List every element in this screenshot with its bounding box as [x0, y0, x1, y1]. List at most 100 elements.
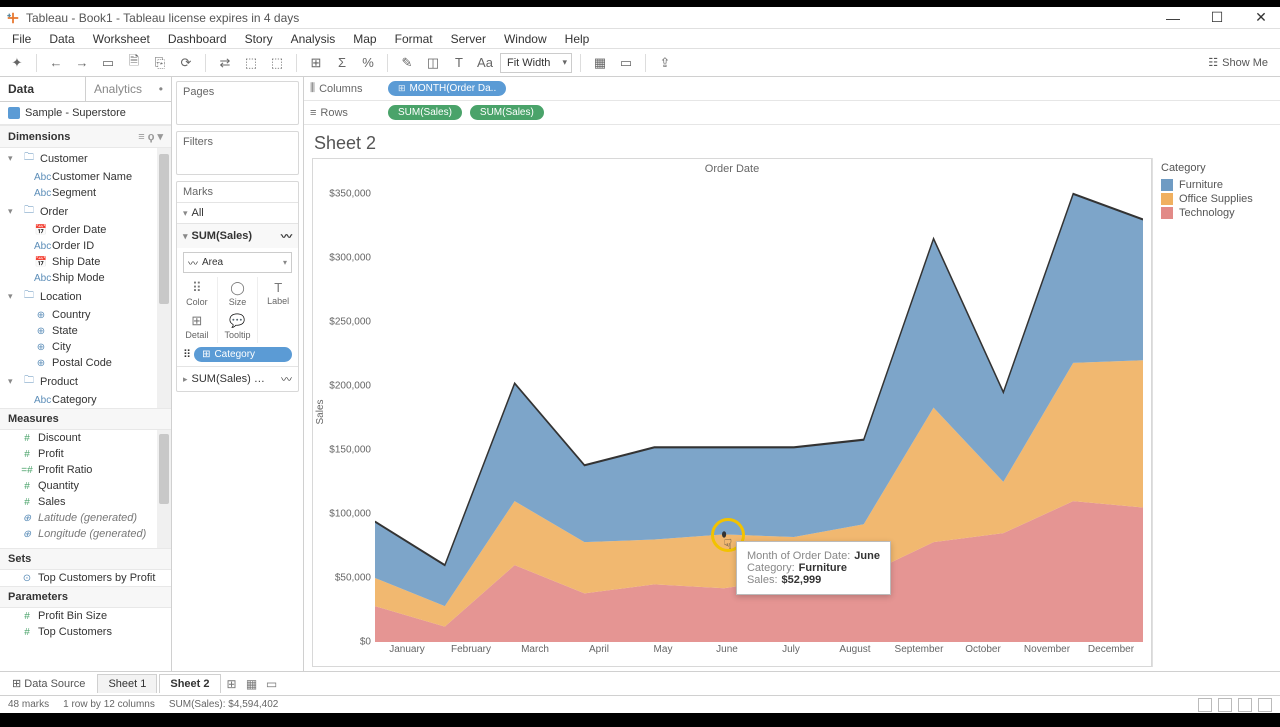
close-button[interactable]: ✕	[1248, 9, 1274, 27]
show-cards-button[interactable]: ▦	[589, 52, 611, 74]
save-button[interactable]: ▭	[97, 52, 119, 74]
group-button[interactable]: ⊞	[305, 52, 327, 74]
menu-server[interactable]: Server	[443, 30, 494, 48]
dim-country[interactable]: ⊕Country	[0, 307, 171, 323]
filters-card[interactable]: Filters	[176, 131, 299, 175]
data-tab[interactable]: Data	[0, 77, 86, 101]
new-sheet-button[interactable]: ⊞	[223, 675, 241, 693]
dim-category[interactable]: AbcCategory	[0, 392, 171, 408]
sort-desc-button[interactable]: ⬚	[266, 52, 288, 74]
legend-item[interactable]: Office Supplies	[1161, 192, 1264, 206]
datasource-item[interactable]: Sample - Superstore	[0, 102, 171, 125]
rows-shelf[interactable]: ≡Rows SUM(Sales) SUM(Sales)	[304, 101, 1280, 125]
tableau-icon[interactable]: ✦	[6, 52, 28, 74]
menu-file[interactable]: File	[4, 30, 39, 48]
menu-dashboard[interactable]: Dashboard	[160, 30, 235, 48]
marks-sum2[interactable]: ▸SUM(Sales) …〰	[177, 366, 298, 391]
back-button[interactable]: ←	[45, 52, 67, 74]
menu-window[interactable]: Window	[496, 30, 555, 48]
mea-quantity[interactable]: #Quantity	[0, 478, 171, 494]
marks-tooltip[interactable]: 💬Tooltip	[218, 310, 259, 343]
set-topcust[interactable]: ⊙Top Customers by Profit	[0, 570, 171, 586]
dim-customer-name[interactable]: AbcCustomer Name	[0, 169, 171, 185]
dim-product[interactable]: ▾🗀Product	[0, 371, 171, 392]
sheet-title[interactable]: Sheet 2	[304, 125, 1280, 158]
status-icon-2[interactable]	[1218, 698, 1232, 712]
chart-view[interactable]: Order Date Sales $0$50,000$100,000$150,0…	[312, 158, 1152, 667]
maximize-button[interactable]: ☐	[1204, 9, 1230, 27]
rows-pill-sum1[interactable]: SUM(Sales)	[388, 105, 462, 120]
rows-pill-sum2[interactable]: SUM(Sales)	[470, 105, 544, 120]
mea-lat[interactable]: ⊕Latitude (generated)	[0, 510, 171, 526]
columns-shelf[interactable]: ⫼Columns ⊞MONTH(Order Da..	[304, 77, 1280, 101]
chart-plot[interactable]: ☟ Month of Order Date:June Category:Furn…	[375, 181, 1143, 642]
totals-button[interactable]: Σ	[331, 52, 353, 74]
menu-analysis[interactable]: Analysis	[283, 30, 344, 48]
share-button[interactable]: ⇪	[654, 52, 676, 74]
refresh-button[interactable]: ⟳	[175, 52, 197, 74]
param-bin[interactable]: #Profit Bin Size	[0, 608, 171, 624]
marks-label[interactable]: TLabel	[258, 277, 298, 310]
fit-select[interactable]: Fit Width	[500, 53, 572, 73]
new-story-button[interactable]: ▭	[263, 675, 281, 693]
forward-button[interactable]: →	[71, 52, 93, 74]
pages-card[interactable]: Pages	[176, 81, 299, 125]
show-me-button[interactable]: ☷ Show Me	[1208, 56, 1274, 69]
mea-lon[interactable]: ⊕Longitude (generated)	[0, 526, 171, 542]
status-icon-1[interactable]	[1198, 698, 1212, 712]
dim-postal[interactable]: ⊕Postal Code	[0, 355, 171, 371]
dim-location[interactable]: ▾🗀Location	[0, 286, 171, 307]
dim-ship-date[interactable]: 📅Ship Date	[0, 254, 171, 270]
marks-sum1[interactable]: ▾SUM(Sales)〰	[177, 223, 298, 248]
dim-segment[interactable]: AbcSegment	[0, 185, 171, 201]
menu-help[interactable]: Help	[557, 30, 598, 48]
minimize-button[interactable]: —	[1160, 9, 1186, 27]
status-icon-4[interactable]	[1258, 698, 1272, 712]
dim-customer[interactable]: ▾🗀Customer	[0, 148, 171, 169]
legend-item[interactable]: Furniture	[1161, 178, 1264, 192]
marks-all[interactable]: ▾All	[177, 202, 298, 223]
dim-order-id[interactable]: AbcOrder ID	[0, 238, 171, 254]
dim-ship-mode[interactable]: AbcShip Mode	[0, 270, 171, 286]
presentation-button[interactable]: ▭	[615, 52, 637, 74]
dimensions-scrollbar[interactable]	[157, 148, 171, 408]
format-button[interactable]: Aa	[474, 52, 496, 74]
measures-header: Measures	[0, 408, 171, 430]
param-top[interactable]: #Top Customers	[0, 624, 171, 640]
analytics-tab[interactable]: Analytics•	[86, 77, 171, 101]
dim-state[interactable]: ⊕State	[0, 323, 171, 339]
legend-item[interactable]: Technology	[1161, 206, 1264, 220]
clear-button[interactable]: ◫	[422, 52, 444, 74]
color-category-pill[interactable]: ⊞Category	[194, 347, 292, 362]
columns-pill-month[interactable]: ⊞MONTH(Order Da..	[388, 81, 506, 96]
menu-story[interactable]: Story	[237, 30, 281, 48]
percent-button[interactable]: %	[357, 52, 379, 74]
sort-asc-button[interactable]: ⬚	[240, 52, 262, 74]
highlight-button[interactable]: ✎	[396, 52, 418, 74]
measures-scrollbar[interactable]	[157, 430, 171, 548]
dim-city[interactable]: ⊕City	[0, 339, 171, 355]
tab-sheet2[interactable]: Sheet 2	[159, 674, 220, 693]
mea-profit[interactable]: #Profit	[0, 446, 171, 462]
dim-order-date[interactable]: 📅Order Date	[0, 222, 171, 238]
new-datasource-button[interactable]: 🗎	[123, 52, 145, 74]
marks-detail[interactable]: ⊞Detail	[177, 310, 218, 343]
menu-map[interactable]: Map	[345, 30, 384, 48]
menu-data[interactable]: Data	[41, 30, 82, 48]
menu-format[interactable]: Format	[387, 30, 441, 48]
swap-button[interactable]: ⇄	[214, 52, 236, 74]
marks-color[interactable]: ⠿Color	[177, 277, 218, 310]
new-dashboard-button[interactable]: ▦	[243, 675, 261, 693]
label-button[interactable]: T	[448, 52, 470, 74]
mea-discount[interactable]: #Discount	[0, 430, 171, 446]
tab-datasource[interactable]: ⊞ Data Source	[4, 674, 95, 693]
mark-type-select[interactable]: 〰Area	[183, 252, 292, 273]
mea-profit-ratio[interactable]: =#Profit Ratio	[0, 462, 171, 478]
menu-worksheet[interactable]: Worksheet	[85, 30, 158, 48]
mea-sales[interactable]: #Sales	[0, 494, 171, 510]
tab-sheet1[interactable]: Sheet 1	[97, 674, 157, 693]
marks-size[interactable]: ◯Size	[218, 277, 259, 310]
status-icon-3[interactable]	[1238, 698, 1252, 712]
new-worksheet-button[interactable]: ⎘	[149, 52, 171, 74]
dim-order[interactable]: ▾🗀Order	[0, 201, 171, 222]
